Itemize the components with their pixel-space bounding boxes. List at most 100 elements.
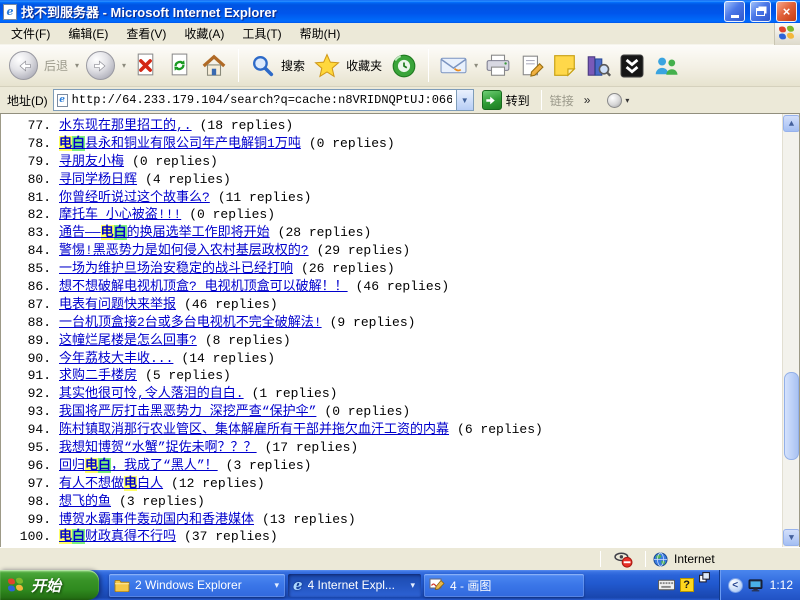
topic-link[interactable]: 摩托车 小心被盗!!! — [59, 206, 181, 224]
globe-icon — [653, 552, 668, 567]
highlighted-term: 电 — [124, 476, 137, 491]
topic-link[interactable]: 你曾经听说过这个故事么? — [59, 189, 210, 207]
item-number: 88. — [3, 314, 51, 332]
reply-count: (3 replies) — [226, 457, 312, 475]
title-segment: 回归 — [59, 458, 85, 473]
print-button[interactable] — [482, 52, 514, 79]
books-magnifier-icon — [585, 54, 611, 78]
start-button[interactable]: 开始 — [0, 570, 99, 600]
address-input[interactable] — [71, 91, 453, 109]
close-button[interactable]: × — [776, 1, 797, 22]
refresh-button[interactable] — [164, 50, 195, 81]
topic-link[interactable]: 警惕!黑恶势力是如何侵入农村基层政权的? — [59, 242, 309, 260]
network-monitor-icon[interactable] — [748, 579, 763, 592]
forward-dropdown-icon[interactable]: ▾ — [122, 61, 126, 70]
privacy-report-button[interactable] — [601, 551, 645, 568]
title-segment: 你曾经听说过这个故事么? — [59, 190, 210, 205]
go-button[interactable]: 转到 — [479, 89, 533, 111]
system-tray: ? < 1:12 — [652, 570, 800, 600]
home-button[interactable] — [198, 51, 230, 81]
list-item: 97.有人不想做电白人(12 replies) — [3, 475, 775, 493]
menu-item[interactable]: 文件(F) — [2, 22, 59, 45]
topic-link[interactable]: 水东现在那里招工的,. — [59, 117, 192, 135]
edit-button[interactable] — [517, 52, 547, 80]
taskbar-button[interactable]: 4 - 画图 — [424, 574, 584, 597]
menu-item[interactable]: 编辑(E) — [59, 22, 117, 45]
flashget-button[interactable] — [617, 52, 647, 80]
topic-link[interactable]: 我想知博贺“水蟹”捉佐未啊？？？ — [59, 439, 257, 457]
links-label[interactable]: 链接 — [550, 92, 574, 109]
menu-item[interactable]: 收藏(A) — [175, 22, 233, 45]
highlighted-term: 电 — [59, 136, 72, 151]
topic-link[interactable]: 一场为维护旦场治安稳定的战斗已经打响 — [59, 260, 293, 278]
dictionary-lookup-button[interactable] — [582, 52, 614, 80]
mail-button[interactable] — [437, 54, 470, 77]
taskbar-clock[interactable]: 1:12 — [770, 578, 793, 592]
favorites-button[interactable]: 收藏夹 — [311, 51, 385, 80]
help-question-icon[interactable]: ? — [680, 578, 694, 592]
topic-link[interactable]: 我国将严厉打击黑恶势力 深挖严查“保护伞” — [59, 403, 316, 421]
address-separator — [541, 90, 542, 110]
item-number: 78. — [3, 135, 51, 153]
hide-icons-chevron-button[interactable]: < — [728, 578, 743, 593]
back-button[interactable]: 后退 — [6, 49, 71, 82]
title-segment: 电表有问题快来举报 — [59, 297, 176, 312]
messenger-people-icon — [653, 55, 680, 77]
topic-link[interactable]: 通告——电白的换届选举工作即将开始 — [59, 224, 270, 242]
title-segment: 我想知博贺“水蟹”捉佐未啊？？？ — [59, 440, 257, 455]
menu-item[interactable]: 帮助(H) — [291, 22, 350, 45]
history-button[interactable] — [388, 51, 420, 81]
topic-link[interactable]: 想飞的鱼 — [59, 493, 111, 511]
list-item: 99.博贺水霸事件轰动国内和香港媒体(13 replies) — [3, 511, 775, 529]
topic-link[interactable]: 今年荔枝大丰收... — [59, 350, 173, 368]
search-button[interactable]: 搜索 — [247, 51, 308, 80]
topic-link[interactable]: 电表有问题快来举报 — [59, 296, 176, 314]
topic-link[interactable]: 一台机顶盒接2台或多台电视机不完全破解法! — [59, 314, 322, 332]
links-overflow-icon[interactable]: » — [584, 93, 590, 107]
toolbar-separator — [238, 49, 239, 82]
favorites-label: 收藏夹 — [346, 57, 382, 74]
topic-link[interactable]: 想不想破解电视机顶盒? 电视机顶盒可以破解！！ — [59, 278, 348, 296]
topic-link[interactable]: 其实他很可怜,令人落泪的自白. — [59, 385, 244, 403]
mail-dropdown-icon[interactable]: ▾ — [474, 61, 478, 70]
back-label: 后退 — [44, 57, 68, 74]
restore-button[interactable] — [750, 1, 771, 22]
vertical-scrollbar[interactable]: ▲ ▼ — [782, 114, 799, 547]
topic-link[interactable]: 陈村镇取消那行农业管区、集体解雇所有干部并拖欠血汗工资的内幕 — [59, 421, 449, 439]
title-segment: 有人不想做 — [59, 476, 124, 491]
back-dropdown-icon[interactable]: ▾ — [75, 61, 79, 70]
topic-link[interactable]: 寻同学杨日辉 — [59, 171, 137, 189]
menu-item[interactable]: 工具(T) — [233, 22, 290, 45]
topic-link[interactable]: 电白县永和铜业有限公司年产电解铜1万吨 — [59, 135, 301, 153]
topic-link[interactable]: 电白财政真得不行吗 — [59, 528, 176, 546]
stop-button[interactable] — [130, 50, 161, 81]
reply-count: (3 replies) — [119, 493, 205, 511]
sticky-note-button[interactable] — [550, 52, 579, 79]
topic-link[interactable]: 寻朋友小梅 — [59, 153, 124, 171]
item-number: 85. — [3, 260, 51, 278]
topic-link[interactable]: 有人不想做电白人 — [59, 475, 163, 493]
scrollbar-thumb[interactable] — [784, 372, 799, 460]
browser-extension-button[interactable]: ▾ — [607, 93, 629, 108]
sticky-note-icon — [553, 54, 576, 77]
scroll-up-button[interactable]: ▲ — [783, 115, 800, 132]
list-item: 80.寻同学杨日辉(4 replies) — [3, 171, 775, 189]
language-keyboard-icon[interactable] — [658, 579, 675, 591]
messenger-button[interactable] — [650, 53, 683, 79]
menu-item[interactable]: 查看(V) — [117, 22, 175, 45]
reply-count: (46 replies) — [184, 296, 278, 314]
topic-link[interactable]: 求购二手楼房 — [59, 367, 137, 385]
window-title: 找不到服务器 - Microsoft Internet Explorer — [21, 2, 719, 21]
minimize-button[interactable] — [724, 1, 745, 22]
language-bar-restore-icon[interactable] — [699, 572, 710, 583]
taskbar-button[interactable]: 2 Windows Explorer▾ — [109, 574, 285, 597]
privacy-blocked-eye-icon — [614, 551, 633, 568]
topic-link[interactable]: 博贺水霸事件轰动国内和香港媒体 — [59, 511, 254, 529]
refresh-icon — [167, 52, 192, 79]
address-dropdown-button[interactable]: ▼ — [456, 90, 473, 110]
taskbar-button[interactable]: e4 Internet Expl...▾ — [288, 574, 421, 597]
topic-link[interactable]: 这幢烂尾楼是怎么回事? — [59, 332, 197, 350]
scroll-down-button[interactable]: ▼ — [783, 529, 800, 546]
forward-button[interactable] — [83, 49, 118, 82]
topic-link[interactable]: 回归电白，我成了“黑人”！ — [59, 457, 218, 475]
